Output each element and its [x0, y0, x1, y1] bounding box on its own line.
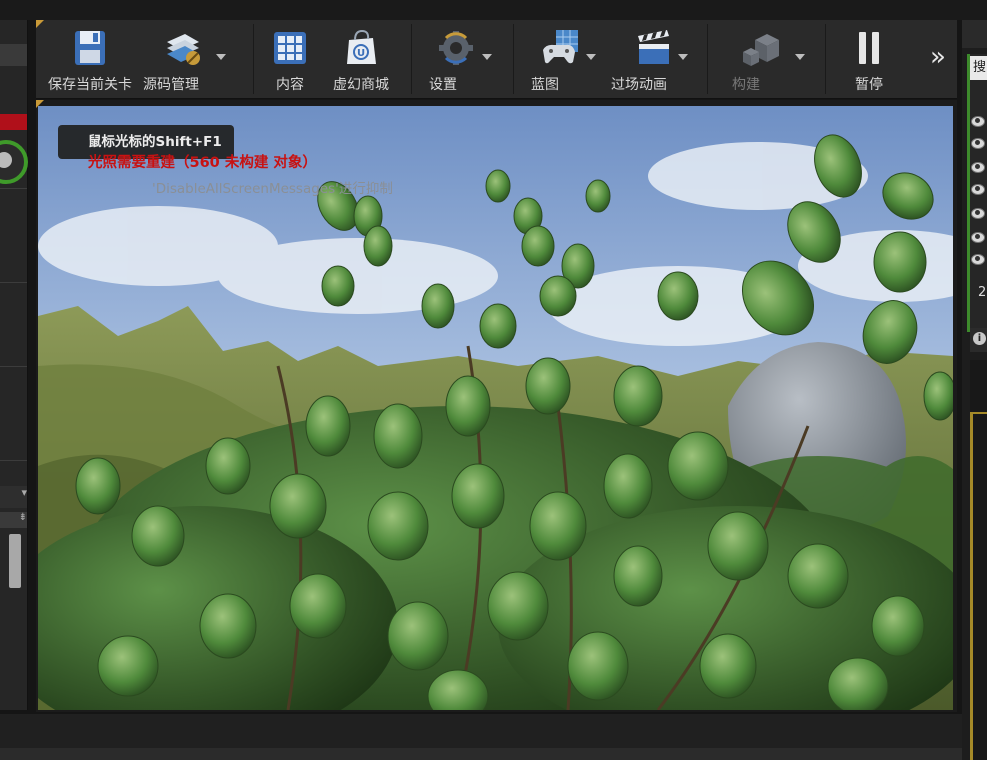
toolbar-separator [253, 24, 254, 94]
details-tab[interactable]: i [970, 328, 987, 352]
marketplace-label: 虚幻商城 [333, 77, 389, 93]
chevron-down-icon[interactable] [678, 54, 688, 60]
outliner-tab[interactable] [962, 20, 987, 48]
left-panel-dropdown[interactable]: ▾ [0, 486, 27, 508]
build-button[interactable]: 构建 [716, 20, 806, 98]
blueprints-label: 蓝图 [531, 77, 559, 93]
info-icon: i [973, 332, 986, 345]
blueprints-button[interactable]: 蓝图 [522, 20, 598, 98]
top-strip [0, 0, 987, 20]
toolbar-separator [825, 24, 826, 94]
chevron-down-icon[interactable] [586, 54, 596, 60]
settings-gear-icon [439, 31, 473, 65]
marketplace-bag-icon: U [347, 29, 376, 64]
pause-label: 暂停 [855, 77, 883, 93]
source-control-icon [167, 34, 200, 65]
save-level-button[interactable]: 保存当前关卡 [42, 20, 138, 98]
cinematics-button[interactable]: 过场动画 [610, 20, 698, 98]
double-chevron-right-icon[interactable]: » [925, 42, 951, 72]
svg-text:U: U [357, 48, 365, 59]
lighting-rebuild-warning: 光照需要重建（560 未构建 对象） [88, 155, 317, 171]
left-panel-error-bar [0, 114, 27, 130]
visibility-eye-icon[interactable] [971, 208, 985, 219]
cinematics-clapper-icon [638, 30, 669, 64]
divider [0, 282, 27, 283]
divider [0, 188, 27, 189]
left-panel-scrollbar[interactable] [9, 534, 21, 588]
details-panel [970, 360, 987, 760]
build-blocks-icon [743, 34, 779, 66]
right-panel: 搜 2 i [962, 20, 987, 760]
divider [0, 460, 27, 461]
left-panel-filter[interactable]: ⇟ [0, 512, 27, 528]
focus-outline [970, 412, 973, 760]
visibility-eye-icon[interactable] [971, 184, 985, 195]
left-panel-tab[interactable] [0, 44, 27, 66]
cinematics-label: 过场动画 [611, 77, 667, 93]
bottom-panel-strip [0, 748, 962, 760]
mode-selector-icon[interactable] [0, 140, 28, 184]
visibility-eye-icon[interactable] [971, 162, 985, 173]
content-label: 内容 [276, 77, 304, 93]
actor-count: 2 [978, 285, 987, 300]
blueprint-gamepad-icon [543, 30, 578, 64]
source-control-label: 源码管理 [143, 77, 199, 93]
save-level-label: 保存当前关卡 [48, 77, 132, 93]
outliner-search-input[interactable]: 搜 [970, 56, 987, 80]
divider [0, 366, 27, 367]
chevron-down-icon[interactable] [216, 54, 226, 60]
main-toolbar: 保存当前关卡 源码管理 内容 U 虚幻商城 设置 蓝图 过场动画 构建 暂停 » [36, 20, 957, 99]
content-button[interactable]: 内容 [260, 20, 320, 98]
settings-button[interactable]: 设置 [420, 20, 496, 98]
visibility-eye-icon[interactable] [971, 232, 985, 243]
chevron-down-icon[interactable] [482, 54, 492, 60]
build-label: 构建 [732, 77, 760, 93]
hint-text: 鼠标光标的Shift+F1 [88, 134, 222, 150]
marketplace-button[interactable]: U 虚幻商城 [326, 20, 396, 98]
visibility-eye-icon[interactable] [971, 254, 985, 265]
visibility-eye-icon[interactable] [971, 116, 985, 127]
pause-icon [859, 32, 879, 64]
settings-label: 设置 [429, 77, 457, 93]
left-panel: ▾ ⇟ [0, 20, 28, 710]
source-control-button[interactable]: 源码管理 [143, 20, 226, 98]
chevron-down-icon[interactable] [795, 54, 805, 60]
search-text: 搜 [973, 60, 987, 75]
save-disk-icon [75, 31, 105, 65]
visibility-eye-icon[interactable] [971, 138, 985, 149]
content-grid-icon [274, 32, 306, 64]
suppress-messages-note: 'DisableAllScreenMessages'进行抑制 [152, 181, 393, 197]
pause-button[interactable]: 暂停 [834, 20, 904, 98]
